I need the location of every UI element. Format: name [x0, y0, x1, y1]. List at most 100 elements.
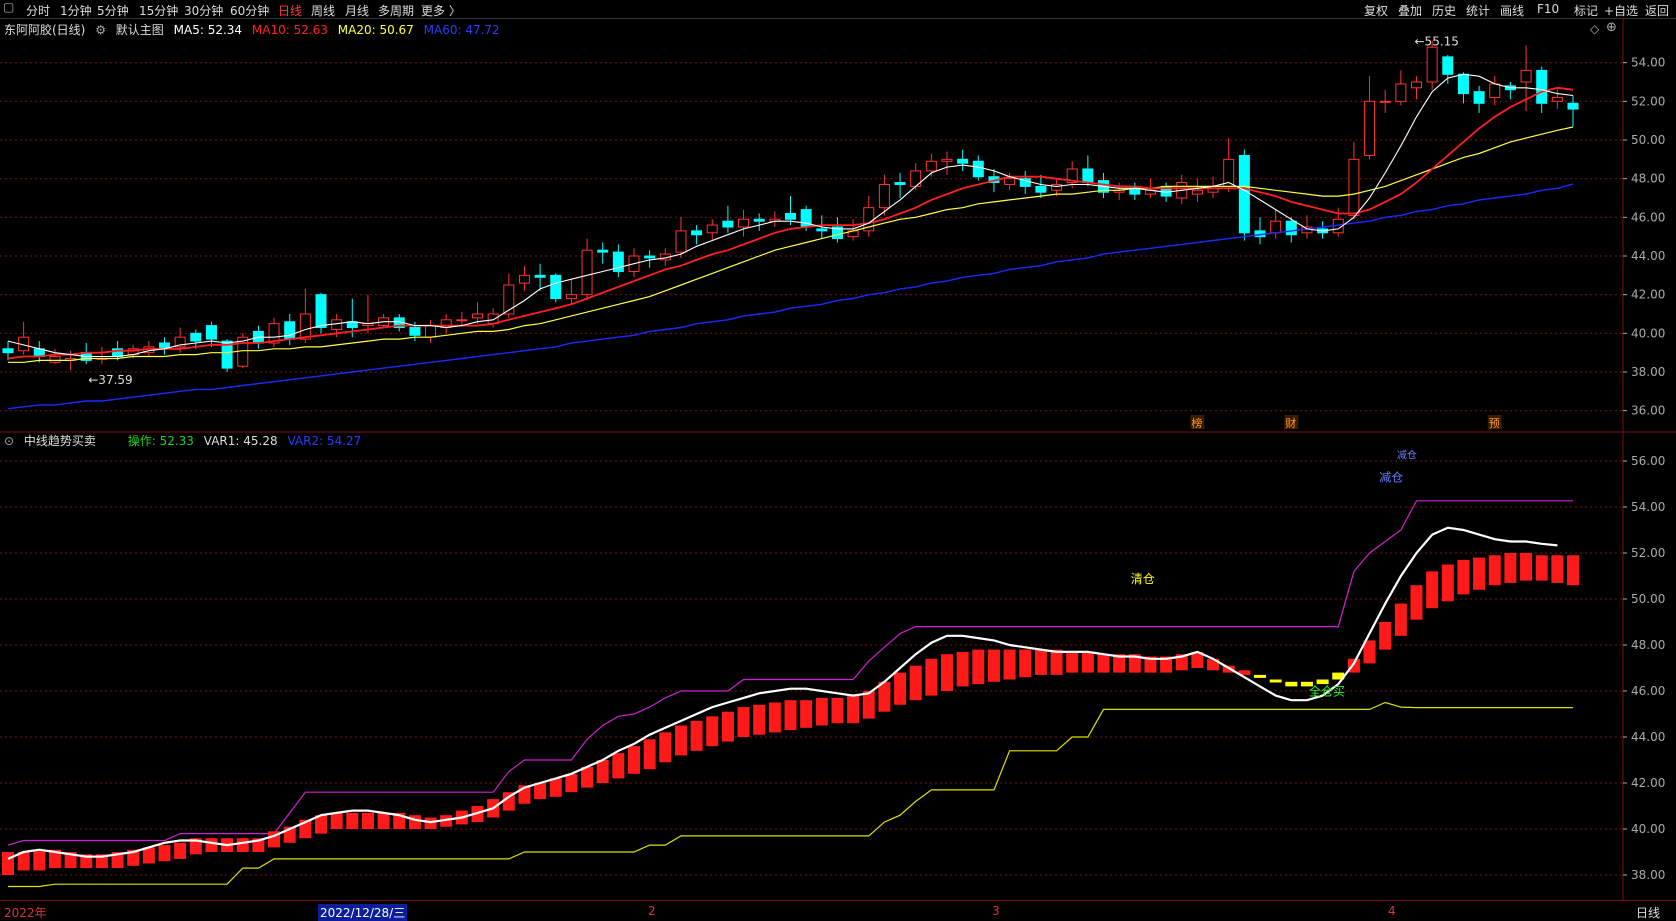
- trend-bar: [800, 700, 813, 728]
- indicator-tick-label: 44.00: [1631, 730, 1665, 744]
- candle-body: [1473, 91, 1485, 104]
- candle-body: [1567, 102, 1579, 110]
- trend-bar: [565, 773, 578, 793]
- trend-bar: [956, 651, 969, 687]
- candle-body: [565, 294, 577, 300]
- price-tick-label: 42.00: [1631, 288, 1665, 302]
- candle-body: [691, 230, 703, 236]
- trend-bar: [643, 739, 656, 770]
- settings-icon[interactable]: ⚙: [95, 23, 106, 37]
- price-axis: 36.00 38.00 40.00 42.00 44.00 46.00 48.00 50.00…: [1623, 56, 1665, 882]
- op-value: 操作: 52.33: [127, 434, 194, 448]
- ma20-value: MA20: 50.67: [337, 23, 414, 37]
- candle-body: [1457, 73, 1469, 95]
- trend-bar: [1379, 622, 1392, 650]
- candle-body: [1004, 178, 1016, 185]
- candle-body: [878, 183, 890, 209]
- f10-button[interactable]: F10: [1537, 2, 1559, 16]
- candle-body: [1082, 168, 1094, 184]
- history-button[interactable]: 历史: [1432, 2, 1456, 19]
- trend-bar: [1457, 559, 1470, 595]
- candle-body: [1536, 69, 1548, 104]
- stats-button[interactable]: 统计: [1466, 2, 1490, 19]
- trend-bar: [1050, 649, 1063, 675]
- trend-bar: [1551, 555, 1564, 583]
- trend-bar: [549, 778, 562, 797]
- candle-body: [205, 325, 217, 340]
- stock-name[interactable]: 东阿阿胶(日线): [4, 23, 85, 37]
- trend-bar: [408, 815, 421, 829]
- add-watchlist-button[interactable]: +自选: [1604, 2, 1638, 19]
- trend-bar: [659, 732, 672, 763]
- adjust-button[interactable]: 复权: [1364, 2, 1388, 19]
- overlay-button[interactable]: 叠加: [1398, 2, 1422, 19]
- candle-body: [1426, 46, 1438, 83]
- low-annotation: ←37.59: [88, 373, 132, 387]
- period-60min[interactable]: 60分钟: [230, 2, 269, 19]
- period-15min[interactable]: 15分钟: [139, 2, 178, 19]
- period-intraday[interactable]: 分时: [26, 2, 50, 19]
- period-daily[interactable]: 日线: [278, 2, 302, 19]
- main-price-plot: ←37.59 ←55.15 榜 财 预: [2, 34, 1579, 430]
- template-name[interactable]: 默认主图: [116, 23, 164, 37]
- candle-body: [1285, 220, 1297, 236]
- candle-body: [1238, 154, 1250, 234]
- date-label-selected[interactable]: 2022/12/28/三: [318, 904, 408, 921]
- trend-bar: [768, 702, 781, 733]
- candle-body: [299, 313, 311, 340]
- trend-bar: [142, 847, 155, 864]
- candle-body: [1270, 220, 1282, 234]
- indicator-legend: ⊙ 中线趋势买卖 操作: 52.33 VAR1: 45.28 VAR2: 54.…: [4, 432, 367, 449]
- trend-bar: [2, 852, 14, 875]
- period-weekly[interactable]: 周线: [311, 2, 335, 19]
- candle-body: [816, 228, 828, 232]
- period-tag: 日线: [1636, 906, 1661, 920]
- trend-bar: [236, 838, 249, 852]
- collapse-icon[interactable]: ⊙: [4, 434, 14, 448]
- ma20-line: [8, 126, 1574, 363]
- candle-body: [518, 274, 530, 284]
- trend-bar: [987, 649, 1000, 682]
- trend-bar: [174, 842, 187, 859]
- trend-bar: [1520, 553, 1533, 581]
- trend-bar: [1081, 651, 1094, 673]
- signal-bar: [1254, 674, 1266, 678]
- diamond-icon[interactable]: ◇: [1590, 22, 1599, 36]
- period-multi[interactable]: 多周期: [378, 2, 414, 19]
- var1-value: VAR1: 45.28: [203, 434, 278, 448]
- window-icon[interactable]: ▢: [3, 0, 14, 14]
- trend-bar: [753, 704, 766, 735]
- period-5min[interactable]: 5分钟: [97, 2, 129, 19]
- candle-body: [1395, 83, 1407, 102]
- back-button[interactable]: 返回: [1645, 2, 1669, 19]
- period-monthly[interactable]: 月线: [345, 2, 369, 19]
- high-annotation: ←55.15: [1415, 34, 1459, 48]
- candle-body: [550, 274, 562, 300]
- mark-button[interactable]: 标记: [1574, 2, 1598, 19]
- trend-bar: [1441, 564, 1454, 602]
- indicator-tick-label: 52.00: [1631, 546, 1665, 560]
- date-label-year: 2022年: [4, 906, 47, 920]
- trend-bar: [1488, 555, 1501, 586]
- candle-body: [925, 160, 937, 172]
- candle-body: [581, 249, 593, 296]
- chart-canvas[interactable]: ←37.59←55.15榜财预 清仓减仓减仓全仓买 36.0038.0040.0…: [0, 18, 1676, 900]
- draw-button[interactable]: 画线: [1500, 2, 1524, 19]
- price-tick-label: 46.00: [1631, 210, 1665, 224]
- trend-bar: [377, 812, 390, 829]
- period-more[interactable]: 更多 〉: [421, 2, 461, 19]
- period-30min[interactable]: 30分钟: [184, 2, 223, 19]
- candle-body: [597, 249, 609, 253]
- expand-icon[interactable]: ⊕: [1606, 20, 1617, 35]
- period-1min[interactable]: 1分钟: [60, 2, 92, 19]
- ma60-value: MA60: 47.72: [423, 23, 500, 37]
- price-tick-label: 54.00: [1631, 56, 1665, 70]
- date-label-apr: 4: [1388, 904, 1396, 918]
- ma10-value: MA10: 52.63: [251, 23, 328, 37]
- indicator-name[interactable]: 中线趋势买卖: [24, 434, 96, 448]
- main-legend: 东阿阿胶(日线) ⚙ 默认主图 MA5: 52.34 MA10: 52.63 M…: [4, 21, 506, 38]
- trend-bar: [1097, 654, 1110, 673]
- price-tick-label: 50.00: [1631, 133, 1665, 147]
- trend-bar: [1504, 553, 1517, 583]
- clear-signal: 清仓: [1131, 572, 1155, 586]
